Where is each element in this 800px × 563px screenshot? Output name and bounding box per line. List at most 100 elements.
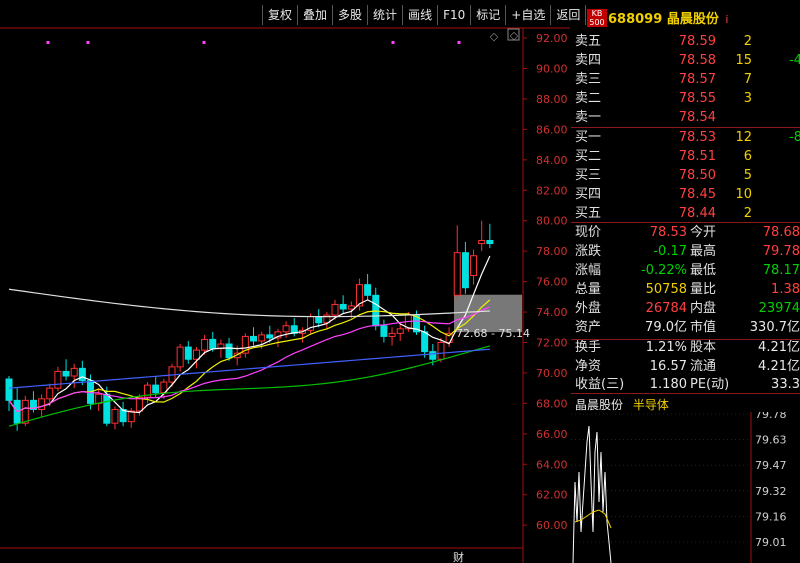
stat-value: 23974	[758, 301, 800, 316]
candle-body[interactable]	[46, 387, 54, 400]
info-icon[interactable]: i	[725, 13, 728, 26]
order-price: 78.51	[678, 149, 716, 164]
stock-code: 688099	[608, 12, 663, 27]
stat-label: 流通	[690, 359, 717, 374]
panel-divider	[571, 393, 800, 394]
stat-label: 涨跌	[575, 244, 602, 259]
candle-body[interactable]	[282, 325, 290, 333]
intraday-mini-chart[interactable]: 79.78 79.63 79.47 79.32 79.16 79.01	[571, 412, 800, 563]
stat-value: 1.180	[649, 377, 687, 392]
candle-body[interactable]	[111, 408, 119, 424]
order-price: 78.55	[678, 91, 716, 106]
candle-body[interactable]	[470, 255, 478, 277]
event-marker	[202, 41, 206, 44]
y-tick-label: 86.00	[536, 123, 568, 136]
stat-label: 市值	[690, 320, 717, 335]
y-tick-label: 74.00	[536, 306, 568, 319]
candle-body[interactable]	[21, 399, 29, 424]
candle-body[interactable]	[478, 240, 486, 245]
order-book-row[interactable]: 买四 78.45 10	[575, 185, 800, 204]
candle-body[interactable]	[250, 335, 257, 342]
candle-body[interactable]	[453, 252, 461, 296]
candle-body[interactable]	[396, 328, 404, 334]
badge-top: KB	[591, 9, 603, 18]
candle-body[interactable]	[176, 346, 184, 368]
candlestick-chart[interactable]: 92.00 90.00 88.00 86.00 84.00 82.00 80.00 78.00…	[0, 0, 570, 563]
stat-value: -0.22%	[641, 263, 687, 278]
candle-body[interactable]	[461, 252, 469, 289]
order-price: 78.44	[678, 206, 716, 221]
order-volume: 10	[735, 187, 752, 202]
event-marker	[457, 41, 461, 44]
event-marker	[46, 41, 50, 44]
candle-body[interactable]	[225, 343, 233, 359]
quote-stat-row: 外盘 26784 内盘 23974	[575, 299, 800, 318]
stat-label: 量比	[690, 282, 717, 297]
candle-body[interactable]	[78, 367, 86, 382]
order-book-row[interactable]: 买五 78.44 2	[575, 204, 800, 223]
candle-body[interactable]	[192, 349, 200, 360]
order-side-label: 买四	[575, 187, 602, 202]
stat-value: -0.17	[653, 244, 687, 259]
candle-body[interactable]	[339, 303, 347, 310]
candle-body[interactable]	[266, 334, 274, 339]
order-book-row[interactable]: 卖二 78.55 3	[575, 89, 800, 108]
y-tick-label: 72.00	[536, 337, 568, 350]
stat-label: PE(动)	[690, 377, 730, 392]
order-book-row[interactable]: 买二 78.51 6	[575, 147, 800, 166]
order-volume: 3	[743, 91, 752, 106]
stat-label: 最高	[690, 244, 717, 259]
order-volume: 7	[743, 72, 752, 87]
order-side-label: 买三	[575, 168, 602, 183]
order-book-row[interactable]: 卖四 78.58 15 -4	[575, 51, 800, 70]
order-volume: 15	[735, 53, 752, 68]
candle-body[interactable]	[486, 240, 494, 245]
y-tick-label: 78.00	[536, 245, 568, 258]
candle-body[interactable]	[5, 378, 13, 401]
candle-body[interactable]	[347, 305, 355, 310]
quote-stat-row: 资产 79.0亿 市值 330.7亿	[575, 318, 800, 337]
candle-body[interactable]	[380, 325, 388, 337]
stat-label: 股本	[690, 340, 717, 355]
mini-tick-label: 79.78	[755, 412, 787, 421]
candle-body[interactable]	[364, 284, 372, 296]
y-tick-label: 66.00	[536, 428, 568, 441]
order-price: 78.45	[678, 187, 716, 202]
candle-body[interactable]	[201, 338, 209, 351]
candle-body[interactable]	[70, 367, 78, 377]
mini-chart-header: 晶晨股份 半导体	[575, 396, 669, 413]
mini-tick-label: 79.16	[755, 510, 787, 523]
order-book-row[interactable]: 卖一 78.54	[575, 108, 800, 127]
candle-body[interactable]	[258, 334, 266, 342]
candle-body[interactable]	[437, 342, 445, 360]
candle-body[interactable]	[429, 351, 437, 360]
candle-body[interactable]	[209, 338, 217, 350]
candle-body[interactable]	[421, 331, 429, 353]
candle-body[interactable]	[62, 370, 70, 377]
stat-label: 外盘	[575, 301, 602, 316]
y-tick-label: 82.00	[536, 184, 568, 197]
order-book-row[interactable]: 买一 78.53 12 -8	[575, 128, 800, 147]
candle-body[interactable]	[103, 393, 111, 424]
candle-body[interactable]	[331, 303, 339, 316]
y-tick-label: 88.00	[536, 93, 568, 106]
candle-body[interactable]	[38, 398, 46, 410]
panel-divider	[571, 127, 800, 128]
candle-body[interactable]	[184, 346, 192, 360]
diamond-icon[interactable]: ◇	[490, 30, 499, 43]
sector-link[interactable]: 半导体	[633, 398, 669, 412]
candle-body[interactable]	[152, 384, 160, 394]
order-book-row[interactable]: 买三 78.50 5	[575, 166, 800, 185]
finance-marker[interactable]: 财	[453, 550, 464, 563]
candle-body[interactable]	[95, 393, 103, 404]
order-book-row[interactable]: 卖五 78.59 2	[575, 32, 800, 51]
order-book-row[interactable]: 卖三 78.57 7	[575, 70, 800, 89]
candle-body[interactable]	[388, 332, 396, 337]
order-side-label: 卖四	[575, 53, 602, 68]
range-label: 72.68 - 75.14	[456, 327, 530, 340]
candle-body[interactable]	[315, 316, 323, 324]
stock-title: 688099 晶晨股份 i	[608, 8, 728, 27]
candle-body[interactable]	[54, 370, 62, 389]
order-price: 78.50	[678, 168, 716, 183]
order-volume: 12	[735, 130, 752, 145]
